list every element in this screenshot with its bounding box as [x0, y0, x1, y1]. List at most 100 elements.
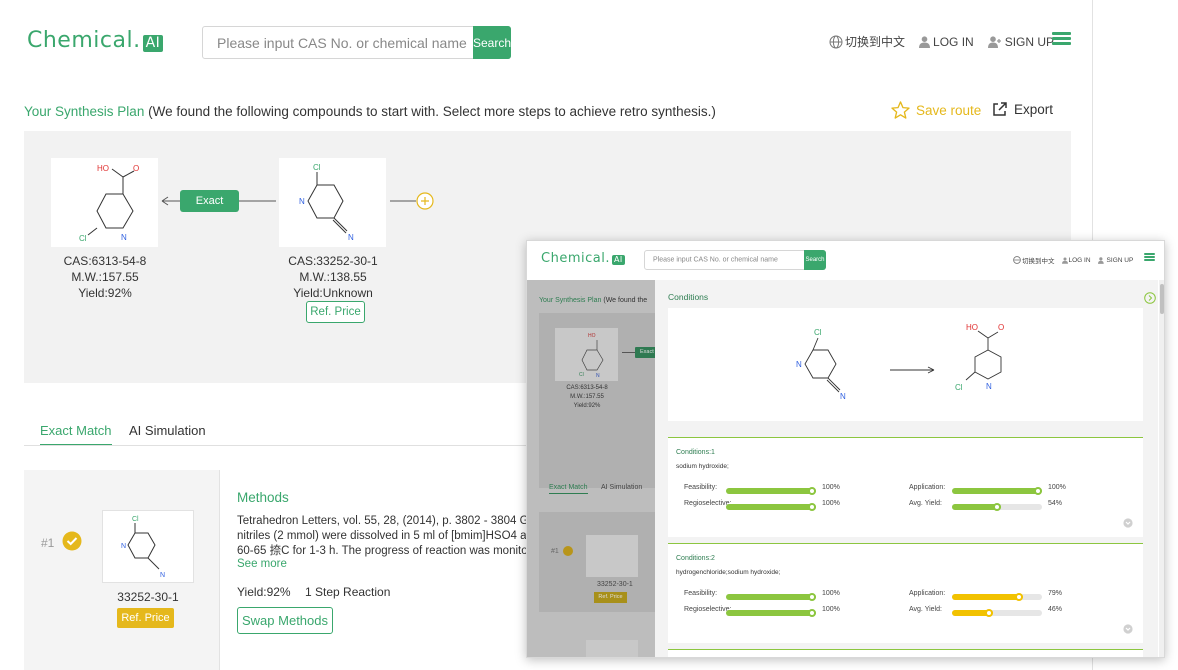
search-button[interactable]: Search	[473, 26, 511, 59]
result-steps: 1 Step Reaction	[305, 585, 391, 599]
rank-label: #1	[41, 536, 55, 550]
metric-bar	[952, 609, 1042, 617]
exact-badge[interactable]: Exact	[180, 190, 239, 212]
molecule-structure: Cl N N	[121, 516, 165, 579]
condition-card[interactable]: Conditions:1 sodium hydroxide; Feasibility…	[668, 437, 1143, 537]
molecule-structure: Cl N N	[299, 163, 354, 242]
star-icon	[891, 101, 910, 119]
molecule-structure: HO O N Cl	[79, 164, 139, 243]
save-route-button[interactable]: Save route	[891, 101, 981, 119]
metric-value: 100%	[822, 590, 840, 597]
metric-bar-knob	[808, 609, 816, 617]
reaction-structures: Cl N N HO O N Cl	[796, 323, 1004, 401]
signup-link[interactable]: SIGN UP	[987, 35, 1054, 49]
result-molecule-card[interactable]: Cl N N	[102, 510, 194, 583]
overlay-logo[interactable]: Chemical. AI	[541, 251, 625, 267]
scrollbar-thumb[interactable]	[1160, 284, 1164, 314]
svg-text:Cl: Cl	[955, 383, 963, 392]
metric-bar-fill	[726, 488, 816, 494]
plus-circle-icon[interactable]	[390, 190, 436, 212]
logo[interactable]: Chemical. AI	[27, 28, 164, 54]
overlay-search-input[interactable]: Please input CAS No. or chemical name Se…	[644, 250, 826, 270]
tab-ai-simulation[interactable]: AI Simulation	[129, 423, 206, 438]
svg-text:Cl: Cl	[132, 516, 139, 523]
plan-title-row: Your Synthesis Plan (We found the follow…	[24, 104, 716, 119]
metric-bar-knob	[808, 487, 816, 495]
svg-text:Cl: Cl	[814, 328, 822, 337]
overlay-window: Chemical. AI Please input CAS No. or chem…	[526, 240, 1165, 658]
lang-switch[interactable]: 切换到中文	[829, 33, 905, 50]
overlay-lang-switch[interactable]: 切换到中文	[1013, 255, 1055, 265]
conditions-panel: Conditions Cl N N HO O N Cl Conditions:1…	[655, 280, 1158, 657]
svg-text:N: N	[986, 382, 992, 391]
overlay-menu-icon[interactable]	[1144, 253, 1155, 261]
svg-text:N: N	[840, 392, 846, 401]
metric-bar-knob	[1034, 487, 1042, 495]
compound-info-start: CAS:33252-30-1 M.W.:138.55 Yield:Unknown	[288, 254, 378, 300]
svg-text:O: O	[133, 164, 139, 173]
metric-bar	[726, 593, 816, 601]
scrollbar[interactable]	[1159, 280, 1164, 657]
svg-text:N: N	[596, 373, 600, 379]
search-input[interactable]: Please input CAS No. or chemical name Se…	[202, 26, 511, 59]
metric-bar	[726, 487, 816, 495]
chevron-down-icon[interactable]	[1123, 518, 1133, 528]
metric-value: 100%	[822, 500, 840, 507]
metric-label: Application:	[909, 590, 946, 597]
svg-text:N: N	[796, 360, 802, 369]
overlay-login-link[interactable]: LOG IN	[1061, 256, 1091, 264]
plan-subtitle: (We found the following compounds to sta…	[148, 104, 716, 119]
login-link[interactable]: LOG IN	[919, 35, 974, 49]
metric-bar	[726, 503, 816, 511]
svg-text:O: O	[998, 323, 1004, 332]
dimmed-background: Your Synthesis Plan (We found the HO Cl N …	[527, 280, 665, 657]
ref-price-button[interactable]: Ref. Price	[306, 301, 365, 323]
metric-bar	[952, 593, 1042, 601]
compound-info-target: CAS:6313-54-8 M.W.:157.55 Yield:92%	[63, 254, 147, 300]
compound-card-start[interactable]: Cl N N	[279, 158, 386, 247]
metric-label: Feasibility:	[684, 590, 718, 597]
menu-icon[interactable]	[1052, 32, 1071, 45]
metric-label: Regioselective:	[684, 500, 732, 507]
export-button[interactable]: Export	[992, 101, 1053, 117]
svg-text:Cl: Cl	[313, 163, 321, 172]
result-cas: 33252-30-1	[117, 590, 179, 604]
svg-text:N: N	[121, 543, 126, 550]
globe-icon	[1013, 256, 1021, 264]
svg-text:Cl: Cl	[79, 234, 87, 243]
plan-title: Your Synthesis Plan	[24, 104, 145, 119]
tab-divider	[24, 445, 544, 446]
condition-card-partial	[668, 649, 1143, 657]
see-more-link[interactable]: See more	[237, 558, 287, 570]
globe-icon	[829, 35, 843, 48]
methods-title: Methods	[237, 490, 289, 505]
svg-text:Cl: Cl	[579, 372, 584, 378]
add-user-icon	[987, 35, 1001, 48]
metric-value: 46%	[1048, 606, 1063, 613]
metric-label: Feasibility:	[684, 484, 718, 491]
overlay-search-button[interactable]: Search	[804, 250, 826, 270]
export-icon	[993, 102, 1007, 116]
method-text: Tetrahedron Letters, vol. 55, 28, (2014)…	[237, 515, 527, 557]
svg-text:N: N	[348, 233, 354, 242]
overlay-signup-link[interactable]: SIGN UP	[1097, 257, 1133, 264]
metric-bar-knob	[808, 503, 816, 511]
metric-value: 100%	[822, 484, 840, 491]
metric-bar-fill	[952, 594, 1024, 600]
tab-exact-match[interactable]: Exact Match	[40, 423, 112, 446]
result-ref-price-button[interactable]: Ref. Price	[117, 608, 174, 628]
swap-methods-button[interactable]: Swap Methods	[237, 607, 333, 634]
metric-bar-fill	[726, 504, 816, 510]
reaction-scheme: Cl N N HO O N Cl	[668, 308, 1143, 421]
metric-bar-fill	[726, 610, 816, 616]
metric-bar-knob	[1015, 593, 1024, 601]
user-icon	[1061, 256, 1068, 264]
chevron-right-circle-icon[interactable]	[1144, 292, 1156, 304]
compound-card-target[interactable]: HO O N Cl	[51, 158, 158, 247]
chevron-down-icon[interactable]	[1123, 624, 1133, 634]
condition-card[interactable]: Conditions:2 hydrogenchloride;sodium hydr…	[668, 543, 1143, 643]
svg-text:N: N	[299, 197, 305, 206]
metric-label: Application:	[909, 484, 946, 491]
metric-value: 100%	[1048, 484, 1066, 491]
metric-value: 79%	[1048, 590, 1063, 597]
